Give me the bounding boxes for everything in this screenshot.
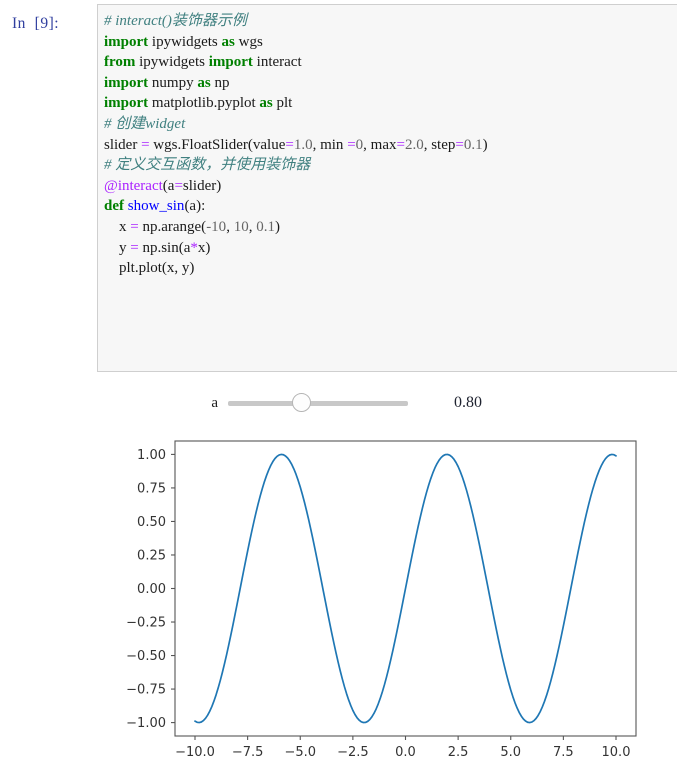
- x-tick-label: −2.5: [337, 745, 369, 760]
- x-tick-label: −10.0: [175, 745, 215, 760]
- y-tick-label: −0.50: [126, 649, 166, 664]
- x-tick-label: 2.5: [448, 745, 469, 760]
- x-tick-label: 7.5: [553, 745, 574, 760]
- y-tick-label: −0.75: [126, 683, 166, 698]
- y-tick-label: 0.25: [137, 548, 166, 563]
- figure-background: [90, 428, 650, 776]
- slider-control[interactable]: [228, 393, 408, 412]
- y-tick-label: 0.00: [137, 582, 166, 597]
- y-tick-label: −0.25: [126, 616, 166, 631]
- y-tick-label: 0.75: [137, 481, 166, 496]
- source-code[interactable]: # interact()装饰器示例 import ipywidgets as w…: [104, 11, 677, 279]
- slider-value-readout: 0.80: [454, 394, 482, 411]
- x-tick-label: 5.0: [500, 745, 521, 760]
- x-tick-label: −7.5: [232, 745, 264, 760]
- y-tick-label: 1.00: [137, 448, 166, 463]
- code-editor-area[interactable]: # interact()装饰器示例 import ipywidgets as w…: [97, 4, 677, 372]
- sine-plot-svg: −1.00 −0.75 −0.50 −0.25 0.00 0.25 0.50 0.75 1.00…: [90, 428, 650, 776]
- y-tick-label: −1.00: [126, 716, 166, 731]
- x-tick-label: −5.0: [284, 745, 316, 760]
- matplotlib-figure-output: −1.00 −0.75 −0.50 −0.25 0.00 0.25 0.50 0.75 1.00…: [90, 428, 650, 776]
- x-tick-label: 10.0: [602, 745, 631, 760]
- cell-execution-prompt: In [9]:: [12, 15, 60, 32]
- slider-label: a: [211, 394, 218, 411]
- x-tick-label: 0.0: [395, 745, 416, 760]
- slider-handle[interactable]: [292, 393, 312, 412]
- y-tick-label: 0.50: [137, 515, 166, 530]
- float-slider-widget[interactable]: a 0.80: [0, 388, 677, 418]
- notebook-code-cell[interactable]: In [9]: # interact()装饰器示例 import ipywidg…: [0, 4, 677, 374]
- slider-track[interactable]: [228, 401, 408, 406]
